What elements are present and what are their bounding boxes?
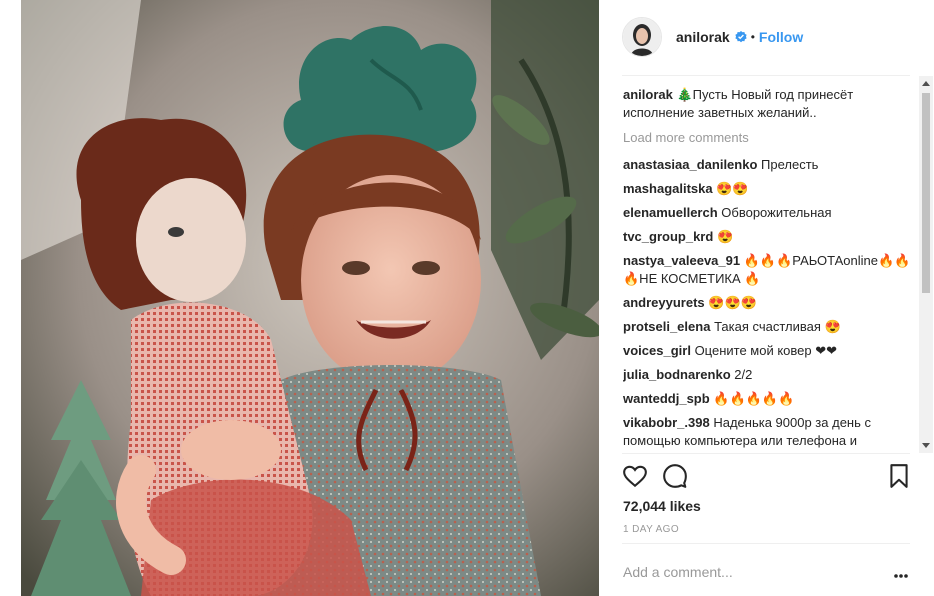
post-image — [21, 0, 599, 596]
comment-username[interactable]: nastya_valeeva_91 — [623, 253, 740, 268]
comment-username[interactable]: julia_bodnarenko — [623, 367, 731, 382]
comment-item: tvc_group_krd 😍 — [623, 228, 915, 246]
scroll-down-arrow-icon[interactable] — [922, 443, 930, 448]
comment-username[interactable]: voices_girl — [623, 343, 691, 358]
comment-text: 🔥🔥🔥🔥🔥 — [713, 391, 795, 406]
comment-item: julia_bodnarenko 2/2 — [623, 366, 915, 384]
caption: anilorak 🎄Пусть Новый год принесёт испол… — [623, 86, 915, 122]
post-details-panel: anilorak • Follow anilorak 🎄Пусть Новый … — [610, 0, 933, 596]
post-header: anilorak • Follow — [622, 15, 910, 59]
comment-icon[interactable] — [662, 463, 688, 494]
post-timestamp[interactable]: 1 DAY AGO — [623, 524, 679, 535]
comment-text: 😍😍😍 — [708, 295, 757, 310]
comment-username[interactable]: mashagalitska — [623, 181, 713, 196]
scrollbar-thumb[interactable] — [922, 93, 930, 293]
dot-separator: • — [750, 30, 755, 44]
comment-item: elenamuellerch Обворожительная — [623, 204, 915, 222]
comment-text: 2/2 — [734, 367, 753, 382]
comment-text: 😍 — [716, 229, 734, 244]
bookmark-icon[interactable] — [887, 463, 911, 494]
comment-text: Такая счастливая 😍 — [714, 319, 841, 334]
comments-scrollbar[interactable] — [919, 76, 933, 453]
comment-username[interactable]: andreyyurets — [623, 295, 705, 310]
follow-button[interactable]: Follow — [759, 29, 803, 45]
divider — [622, 75, 910, 76]
comment-item: wanteddj_spb 🔥🔥🔥🔥🔥 — [623, 390, 915, 408]
comment-item: vikabobr_.398 Наденька 9000р за день с п… — [623, 414, 915, 450]
verified-badge-icon — [735, 31, 747, 43]
comment-item: mashagalitska 😍😍 — [623, 180, 915, 198]
action-bar — [622, 463, 910, 491]
comment-text: Оцените мой ковер ❤❤ — [694, 343, 838, 358]
load-more-comments-button[interactable]: Load more comments — [623, 129, 915, 147]
comment-username[interactable]: tvc_group_krd — [623, 229, 713, 244]
heart-icon[interactable] — [622, 463, 648, 494]
comment-text: Прелесть — [761, 157, 819, 172]
comment-username[interactable]: vikabobr_.398 — [623, 415, 710, 430]
comment-item: nastya_valeeva_91 🔥🔥🔥РАЬОТАonline🔥🔥 🔥НЕ … — [623, 252, 915, 288]
avatar-image — [623, 18, 661, 56]
comment-item: protseli_elena Такая счастливая 😍 — [623, 318, 915, 336]
comment-item: voices_girl Оцените мой ковер ❤❤ — [623, 342, 915, 360]
likes-count[interactable]: 72,044 likes — [623, 498, 701, 514]
caption-username[interactable]: anilorak — [623, 87, 673, 102]
comment-item: andreyyurets 😍😍😍 — [623, 294, 915, 312]
divider — [622, 543, 910, 544]
comment-item: anastasiaa_danilenko Прелесть — [623, 156, 915, 174]
comment-username[interactable]: protseli_elena — [623, 319, 710, 334]
comments-list: anilorak 🎄Пусть Новый год принесёт испол… — [623, 86, 915, 453]
username-link[interactable]: anilorak — [676, 29, 730, 45]
add-comment-input[interactable] — [623, 562, 873, 582]
comment-username[interactable]: wanteddj_spb — [623, 391, 710, 406]
divider — [622, 453, 910, 454]
more-options-icon[interactable] — [893, 566, 909, 584]
comment-username[interactable]: anastasiaa_danilenko — [623, 157, 757, 172]
avatar[interactable] — [622, 17, 662, 57]
comment-username[interactable]: elenamuellerch — [623, 205, 718, 220]
scroll-up-arrow-icon[interactable] — [922, 81, 930, 86]
comment-text: Обворожительная — [721, 205, 832, 220]
comment-text: 😍😍 — [716, 181, 749, 196]
post-photo[interactable] — [21, 0, 599, 596]
